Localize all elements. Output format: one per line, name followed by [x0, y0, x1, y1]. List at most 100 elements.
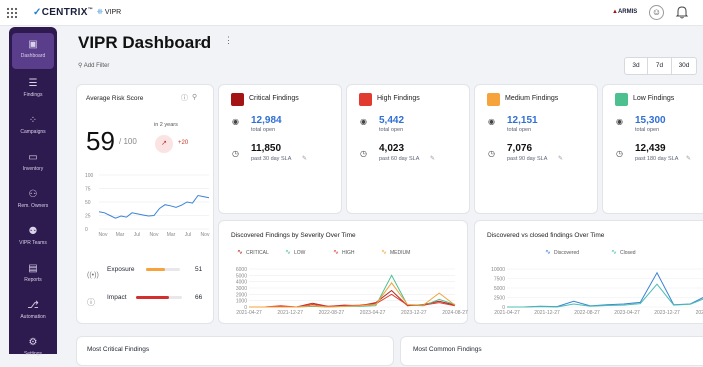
past-sla-label: past 180 day SLA — [635, 156, 679, 162]
edit-icon[interactable]: ✎ — [430, 155, 435, 162]
legend-label[interactable]: HIGH — [342, 250, 355, 256]
past-sla-label: past 30 day SLA — [251, 156, 292, 162]
y-tick-label: 2500 — [494, 296, 505, 302]
centrix-logo[interactable]: ✓CENTRIX™ — [33, 7, 93, 18]
total-open-value[interactable]: 5,442 — [379, 115, 404, 126]
clock-icon: ◷ — [232, 149, 239, 158]
finding-card[interactable]: High Findings ◉ 5,442 total open ◷ 4,023… — [346, 84, 470, 214]
sidebar-item-rem-owners[interactable]: ⚇ Rem. Owners — [9, 183, 57, 219]
x-tick-label: 2022-08-27 — [319, 310, 345, 316]
past-sla-label: past 60 day SLA — [379, 156, 420, 162]
sidebar-item-label: VIPR Teams — [19, 240, 47, 246]
x-tick-label: 2023-12-27 — [401, 310, 427, 316]
x-tick-label: Mar — [116, 232, 125, 238]
exposure-bar-fill — [146, 268, 165, 271]
users-icon: ⚇ — [28, 189, 38, 200]
more-options-icon[interactable]: ⋮ — [224, 35, 233, 46]
sidebar-item-label: Campaigns — [20, 129, 46, 135]
sidebar-item-label: Settings — [23, 351, 43, 357]
teams-icon: ⚉ — [28, 226, 38, 237]
exposure-icon: ((•)) — [87, 272, 99, 279]
title-dropdown-icon[interactable]: ⌄ — [197, 38, 204, 47]
y-tick-label: 4000 — [236, 280, 247, 286]
sidebar-item-automation[interactable]: ⎇ Automation — [9, 294, 57, 330]
range-30d-button[interactable]: 30d — [672, 58, 696, 74]
x-tick-label: 2021-04-27 — [236, 310, 262, 316]
legend-swatch-icon: ∿ — [611, 249, 617, 256]
edit-icon[interactable]: ✎ — [558, 155, 563, 162]
x-tick-label: Nov — [150, 232, 159, 238]
y-tick-label: 2000 — [236, 292, 247, 298]
most-common-card: Most Common Findings — [400, 336, 703, 366]
y-tick-label: 0 — [85, 227, 88, 233]
x-tick-label: 2021-12-27 — [277, 310, 303, 316]
impact-bar-fill — [136, 296, 170, 299]
eye-icon: ◉ — [488, 117, 495, 126]
impact-value: 66 — [195, 294, 203, 301]
severity-swatch — [615, 93, 628, 106]
filter-icon[interactable]: ⚲ — [192, 93, 197, 101]
past-sla-value[interactable]: 7,076 — [507, 143, 532, 154]
y-tick-label: 100 — [85, 173, 94, 179]
exposure-label: Exposure — [107, 266, 135, 273]
y-tick-label: 10000 — [491, 267, 505, 273]
total-open-value[interactable]: 15,300 — [635, 115, 666, 126]
finding-card[interactable]: Critical Findings ◉ 12,984 total open ◷ … — [218, 84, 342, 214]
bell-icon[interactable] — [675, 4, 689, 20]
closed-chart-title: Discovered vs closed findings Over Time — [487, 232, 605, 239]
legend-swatch-icon: ∿ — [285, 249, 291, 256]
legend-label[interactable]: MEDIUM — [390, 250, 410, 256]
sidebar-item-inventory[interactable]: ▭ Inventory — [9, 146, 57, 182]
exposure-value: 51 — [195, 266, 203, 273]
info-icon[interactable]: ⓘ — [181, 93, 188, 103]
impact-icon: ⓘ — [87, 298, 95, 307]
finding-card[interactable]: Medium Findings ◉ 12,151 total open ◷ 7,… — [474, 84, 598, 214]
legend-label[interactable]: Closed — [620, 250, 636, 256]
finding-title: Critical Findings — [249, 95, 299, 102]
total-open-value[interactable]: 12,984 — [251, 115, 282, 126]
sidebar: ▣ Dashboard ☰ Findings ⁘ Campaigns ▭ Inv… — [9, 27, 57, 357]
monitor-icon: ▭ — [28, 152, 38, 163]
past-sla-value[interactable]: 11,850 — [251, 143, 281, 154]
severity-swatch — [231, 93, 244, 106]
sidebar-item-label: Rem. Owners — [17, 203, 49, 209]
range-3d-button[interactable]: 3d — [625, 58, 648, 74]
past-sla-value[interactable]: 12,439 — [635, 143, 666, 154]
sidebar-item-dashboard[interactable]: ▣ Dashboard — [12, 33, 54, 69]
armis-logo: ▲ARMIS — [612, 9, 638, 15]
legend-swatch-icon: ∿ — [381, 249, 387, 256]
past-sla-value[interactable]: 4,023 — [379, 143, 404, 154]
eye-icon: ◉ — [616, 117, 623, 126]
range-7d-button[interactable]: 7d — [648, 58, 672, 74]
most-common-title: Most Common Findings — [413, 346, 482, 353]
brand-name: CENTRIX — [41, 7, 88, 18]
y-tick-label: 6000 — [236, 267, 247, 273]
total-open-label: total open — [635, 127, 660, 133]
finding-card[interactable]: Low Findings ◉ 15,300 total open ◷ 12,43… — [602, 84, 703, 214]
sidebar-item-findings[interactable]: ☰ Findings — [9, 72, 57, 108]
sidebar-item-label: Reports — [24, 277, 42, 283]
sidebar-item-campaigns[interactable]: ⁘ Campaigns — [9, 109, 57, 145]
sidebar-item-reports[interactable]: ▤ Reports — [9, 257, 57, 293]
total-open-value[interactable]: 12,151 — [507, 115, 538, 126]
edit-icon[interactable]: ✎ — [302, 155, 307, 162]
add-filter-button[interactable]: ⚲ Add Filter — [78, 62, 109, 69]
clock-icon: ◷ — [616, 149, 623, 158]
y-tick-label: 5000 — [494, 286, 505, 292]
series-line — [507, 271, 703, 308]
sidebar-item-vipr-teams[interactable]: ⚉ VIPR Teams — [9, 220, 57, 256]
legend-swatch-icon: ∿ — [545, 249, 551, 256]
severity-chart-title: Discovered Findings by Severity Over Tim… — [231, 232, 356, 239]
legend-label[interactable]: CRITICAL — [246, 250, 269, 256]
user-avatar[interactable]: ☺ — [649, 5, 664, 20]
eye-icon: ◉ — [232, 117, 239, 126]
legend-label[interactable]: Discovered — [554, 250, 579, 256]
sidebar-item-label: Findings — [23, 92, 43, 98]
x-tick-label: Jul — [134, 232, 140, 238]
filter-icon: ⚲ — [78, 63, 83, 69]
app-grid-icon[interactable] — [6, 6, 18, 19]
legend-label[interactable]: LOW — [294, 250, 306, 256]
sidebar-item-settings[interactable]: ⚙ Settings — [9, 331, 57, 367]
top-bar: ✓CENTRIX™ ❊ VIPR ▲ARMIS ☺ — [0, 0, 703, 26]
edit-icon[interactable]: ✎ — [686, 155, 691, 162]
